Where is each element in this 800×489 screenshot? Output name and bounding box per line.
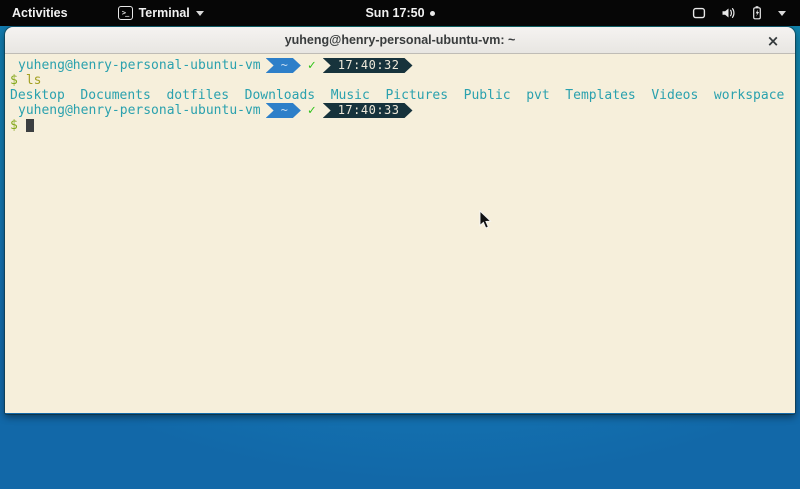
terminal-content[interactable]: yuheng@henry-personal-ubuntu-vm ~ ✓ 17:4… (5, 54, 795, 413)
caret-down-icon (778, 11, 786, 16)
directory-entry: Templates (565, 88, 635, 103)
notification-dot-icon (430, 11, 435, 16)
prompt-symbol: $ (10, 118, 18, 133)
directory-entry: pvt (526, 88, 549, 103)
window-title: yuheng@henry-personal-ubuntu-vm: ~ (285, 33, 516, 47)
terminal-icon: >_ (118, 6, 133, 20)
window-titlebar[interactable]: yuheng@henry-personal-ubuntu-vm: ~ × (5, 27, 795, 54)
mouse-cursor-icon (479, 210, 493, 230)
directory-entry: Music (331, 88, 370, 103)
chevron-down-icon (196, 11, 204, 16)
directory-entry: Documents (80, 88, 150, 103)
prompt-time: 17:40:33 (338, 103, 400, 118)
prompt-symbol: $ (10, 73, 18, 88)
directory-entry: Downloads (245, 88, 315, 103)
directory-entry: Desktop (10, 88, 65, 103)
prompt-userhost: yuheng@henry-personal-ubuntu-vm (18, 103, 261, 118)
prompt-cwd: ~ (281, 58, 288, 73)
display-icon (691, 5, 707, 21)
directory-entry: workspace (714, 88, 784, 103)
prompt-line: yuheng@henry-personal-ubuntu-vm ~ ✓ 17:4… (10, 103, 790, 118)
prompt-time: 17:40:32 (338, 58, 400, 73)
prompt-cwd: ~ (281, 103, 288, 118)
prompt-cwd-segment: ~ (266, 103, 301, 118)
directory-entry: Public (464, 88, 511, 103)
top-bar: Activities >_ Terminal Sun 17:50 (0, 0, 800, 26)
close-icon[interactable]: × (762, 27, 784, 54)
activities-button[interactable]: Activities (0, 0, 80, 26)
app-menu-label: Terminal (139, 6, 190, 20)
prompt-userhost: yuheng@henry-personal-ubuntu-vm (18, 58, 261, 73)
command-line: $ ls (10, 73, 790, 88)
app-menu-terminal[interactable]: >_ Terminal (108, 0, 214, 26)
directory-entry: Pictures (385, 88, 448, 103)
prompt-line: yuheng@henry-personal-ubuntu-vm ~ ✓ 17:4… (10, 58, 790, 73)
status-check-icon: ✓ (308, 58, 316, 73)
system-status-area[interactable] (677, 0, 800, 26)
directory-entry: Videos (651, 88, 698, 103)
directory-entry: dotfiles (166, 88, 229, 103)
input-line[interactable]: $ (10, 118, 790, 133)
prompt-time-segment: 17:40:33 (323, 103, 413, 118)
prompt-time-segment: 17:40:32 (323, 58, 413, 73)
terminal-window: yuheng@henry-personal-ubuntu-vm: ~ × yuh… (5, 27, 795, 414)
volume-icon (720, 5, 736, 21)
typed-command: ls (26, 73, 42, 88)
directory-listing: Desktop Documents dotfiles Downloads Music Pi… (10, 88, 790, 103)
clock[interactable]: Sun 17:50 (365, 6, 424, 20)
prompt-cwd-segment: ~ (266, 58, 301, 73)
text-cursor (26, 119, 34, 132)
battery-charging-icon (749, 5, 765, 21)
status-check-icon: ✓ (308, 103, 316, 118)
